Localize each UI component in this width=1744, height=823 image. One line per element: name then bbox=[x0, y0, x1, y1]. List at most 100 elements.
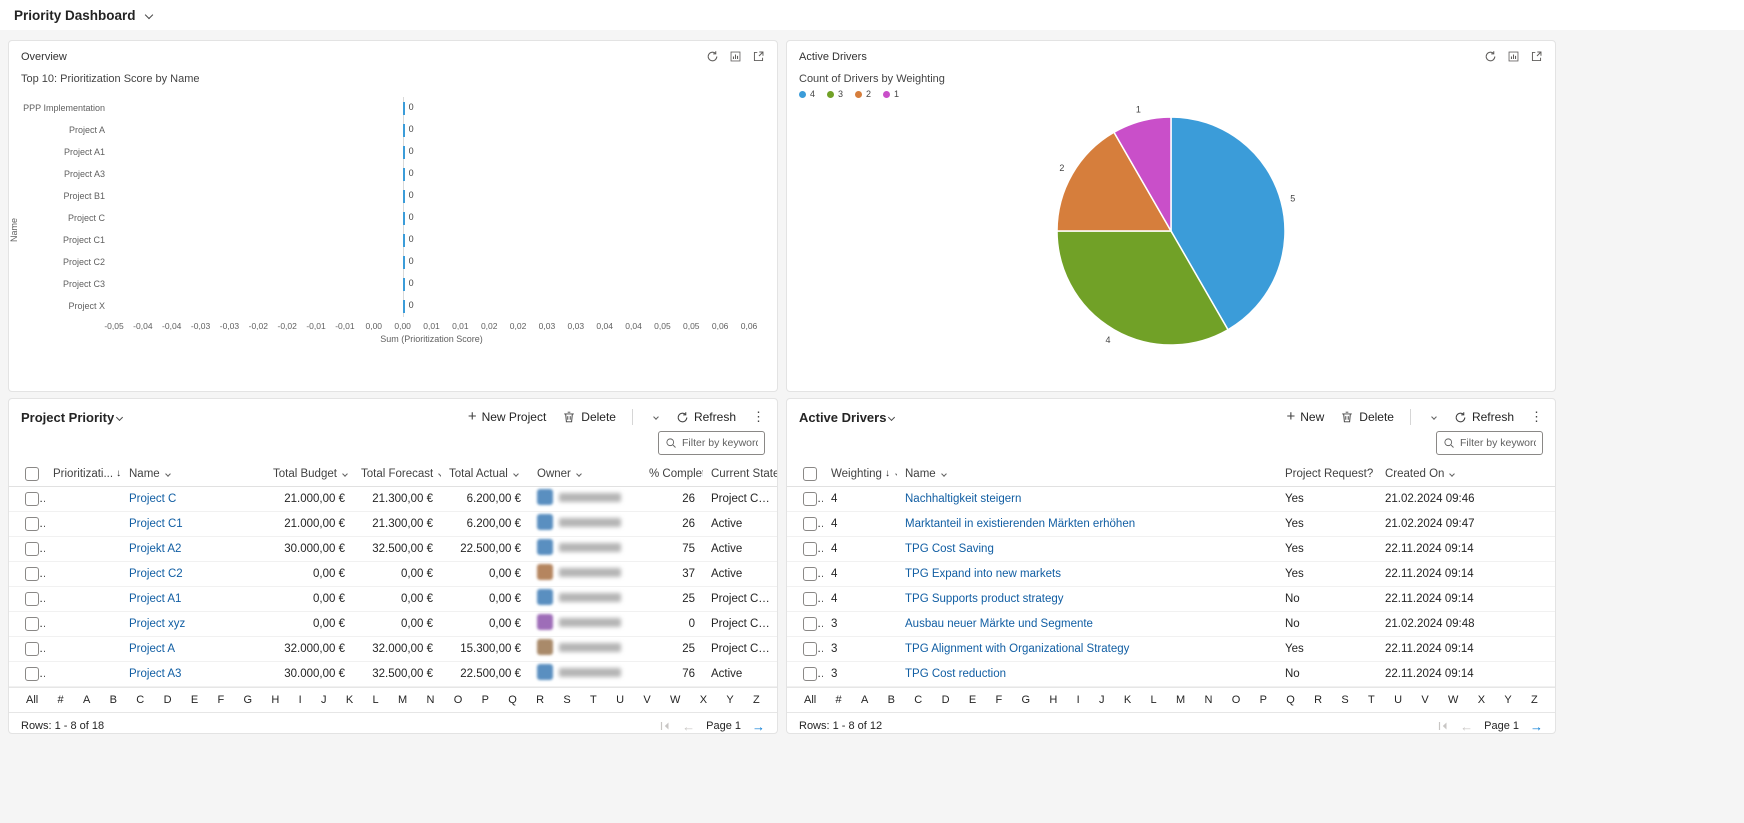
refresh-button[interactable]: Refresh bbox=[1454, 410, 1514, 424]
filter-keyword-input[interactable] bbox=[1460, 437, 1536, 449]
select-all-checkbox[interactable] bbox=[803, 466, 817, 481]
table-row[interactable]: Project A3 30.000,00 €32.500,00 €22.500,0… bbox=[9, 661, 777, 687]
bar[interactable] bbox=[402, 146, 405, 159]
row-checkbox[interactable] bbox=[803, 516, 817, 531]
bar[interactable] bbox=[402, 102, 405, 115]
popout-icon[interactable] bbox=[1530, 50, 1543, 63]
jump-to-letter[interactable]: J bbox=[320, 694, 328, 706]
jump-to-letter[interactable]: D bbox=[941, 694, 951, 706]
new-project-button[interactable]: + New Project bbox=[468, 409, 546, 424]
jump-to-letter[interactable]: R bbox=[1313, 694, 1323, 706]
row-checkbox[interactable] bbox=[25, 616, 39, 631]
table-row[interactable]: 4 Nachhaltigkeit steigern Yes 21.02.2024 09… bbox=[787, 486, 1555, 512]
first-page-icon[interactable] bbox=[1437, 720, 1449, 732]
jump-to-letter[interactable]: N bbox=[425, 694, 435, 706]
driver-name-link[interactable]: TPG Cost Saving bbox=[905, 543, 994, 555]
popout-icon[interactable] bbox=[752, 50, 765, 63]
jump-to-letter[interactable]: K bbox=[1123, 694, 1132, 706]
chevron-down-icon[interactable] bbox=[144, 10, 153, 20]
row-checkbox[interactable] bbox=[803, 541, 817, 556]
view-records-icon[interactable] bbox=[729, 50, 742, 63]
jump-to-letter[interactable]: I bbox=[298, 694, 303, 706]
jump-to-letter[interactable]: H bbox=[270, 694, 280, 706]
owner-cell[interactable] bbox=[537, 589, 621, 605]
row-checkbox[interactable] bbox=[803, 616, 817, 631]
legend-item[interactable]: 3 bbox=[827, 89, 843, 99]
owner-cell[interactable] bbox=[537, 539, 621, 555]
project-name-link[interactable]: Projekt A2 bbox=[129, 543, 181, 555]
jump-to-letter[interactable]: # bbox=[835, 694, 843, 706]
table-row[interactable]: 4 Marktanteil in existierenden Märkten er… bbox=[787, 511, 1555, 537]
jump-to-letter[interactable]: G bbox=[243, 694, 254, 706]
jump-to-letter[interactable]: Y bbox=[1503, 694, 1512, 706]
table-row[interactable]: Project xyz 0,00 €0,00 €0,00 €0 Project Cr… bbox=[9, 611, 777, 637]
legend-item[interactable]: 4 bbox=[799, 89, 815, 99]
row-checkbox[interactable] bbox=[25, 641, 39, 656]
column-header-total-forecast[interactable]: Total Forecast bbox=[361, 468, 441, 480]
project-name-link[interactable]: Project A3 bbox=[129, 668, 181, 680]
driver-name-link[interactable]: TPG Expand into new markets bbox=[905, 568, 1061, 580]
jump-to-letter[interactable]: L bbox=[1150, 694, 1158, 706]
row-checkbox[interactable] bbox=[25, 566, 39, 581]
bar[interactable] bbox=[402, 278, 405, 291]
more-commands-icon[interactable]: ⋮ bbox=[752, 409, 765, 425]
drivers-grid-view-selector[interactable]: Active Drivers bbox=[799, 410, 896, 425]
jump-to-letter[interactable]: X bbox=[1477, 694, 1486, 706]
bar[interactable] bbox=[402, 168, 405, 181]
jump-to-letter[interactable]: W bbox=[669, 694, 681, 706]
table-row[interactable]: Project C2 0,00 €0,00 €0,00 €37 Active bbox=[9, 561, 777, 587]
jump-to-letter[interactable]: L bbox=[372, 694, 380, 706]
jump-to-letter[interactable]: S bbox=[562, 694, 571, 706]
table-row[interactable]: Projekt A2 30.000,00 €32.500,00 €22.500,0… bbox=[9, 536, 777, 562]
row-checkbox[interactable] bbox=[25, 491, 39, 506]
jump-to-letter[interactable]: Q bbox=[507, 694, 518, 706]
table-row[interactable]: Project A 32.000,00 €32.000,00 €15.300,00… bbox=[9, 636, 777, 662]
jump-to-letter[interactable]: Y bbox=[725, 694, 734, 706]
jump-to-letter[interactable]: Q bbox=[1285, 694, 1296, 706]
jump-to-letter[interactable]: B bbox=[109, 694, 118, 706]
column-header-name[interactable]: Name bbox=[905, 468, 947, 480]
project-name-link[interactable]: Project C bbox=[129, 493, 176, 505]
jump-to-letter[interactable]: S bbox=[1340, 694, 1349, 706]
project-name-link[interactable]: Project A bbox=[129, 643, 175, 655]
jump-to-letter[interactable]: K bbox=[345, 694, 354, 706]
bar[interactable] bbox=[402, 234, 405, 247]
delete-button[interactable]: Delete bbox=[1340, 410, 1394, 424]
bar[interactable] bbox=[402, 256, 405, 269]
jump-to-letter[interactable]: C bbox=[135, 694, 145, 706]
table-row[interactable]: 3 TPG Cost reduction No 22.11.2024 09:14 bbox=[787, 661, 1555, 687]
jump-to-letter[interactable]: U bbox=[1393, 694, 1403, 706]
jump-to-letter[interactable]: D bbox=[163, 694, 173, 706]
owner-cell[interactable] bbox=[537, 564, 621, 580]
jump-to-letter[interactable]: X bbox=[699, 694, 708, 706]
command-overflow-chevron[interactable] bbox=[649, 408, 660, 426]
driver-name-link[interactable]: TPG Supports product strategy bbox=[905, 593, 1064, 605]
jump-to-letter[interactable]: H bbox=[1048, 694, 1058, 706]
legend-item[interactable]: 1 bbox=[883, 89, 899, 99]
jump-to-letter[interactable]: U bbox=[615, 694, 625, 706]
jump-to-letter[interactable]: N bbox=[1203, 694, 1213, 706]
row-checkbox[interactable] bbox=[803, 666, 817, 681]
owner-cell[interactable] bbox=[537, 639, 621, 655]
jump-to-letter[interactable]: # bbox=[57, 694, 65, 706]
select-all-checkbox[interactable] bbox=[25, 466, 39, 481]
row-checkbox[interactable] bbox=[803, 591, 817, 606]
jump-to-letter[interactable]: M bbox=[397, 694, 408, 706]
table-row[interactable]: 4 TPG Expand into new markets Yes 22.11.202… bbox=[787, 561, 1555, 587]
column-header-total-budget[interactable]: Total Budget bbox=[273, 468, 348, 480]
jump-to-letter[interactable]: O bbox=[1231, 694, 1242, 706]
driver-name-link[interactable]: Marktanteil in existierenden Märkten erh… bbox=[905, 518, 1135, 530]
jump-to-letter[interactable]: F bbox=[994, 694, 1003, 706]
table-row[interactable]: 3 Ausbau neuer Märkte und Segmente No 21.02… bbox=[787, 611, 1555, 637]
jump-to-letter[interactable]: E bbox=[190, 694, 199, 706]
bar[interactable] bbox=[402, 190, 405, 203]
more-commands-icon[interactable]: ⋮ bbox=[1530, 409, 1543, 425]
project-name-link[interactable]: Project xyz bbox=[129, 618, 185, 630]
project-name-link[interactable]: Project C1 bbox=[129, 518, 183, 530]
refresh-icon[interactable] bbox=[706, 50, 719, 63]
jump-to-letter[interactable]: W bbox=[1447, 694, 1459, 706]
column-header-created-on[interactable]: Created On bbox=[1385, 468, 1456, 480]
previous-page-icon[interactable]: ← bbox=[1460, 720, 1473, 733]
row-checkbox[interactable] bbox=[803, 566, 817, 581]
row-checkbox[interactable] bbox=[25, 666, 39, 681]
